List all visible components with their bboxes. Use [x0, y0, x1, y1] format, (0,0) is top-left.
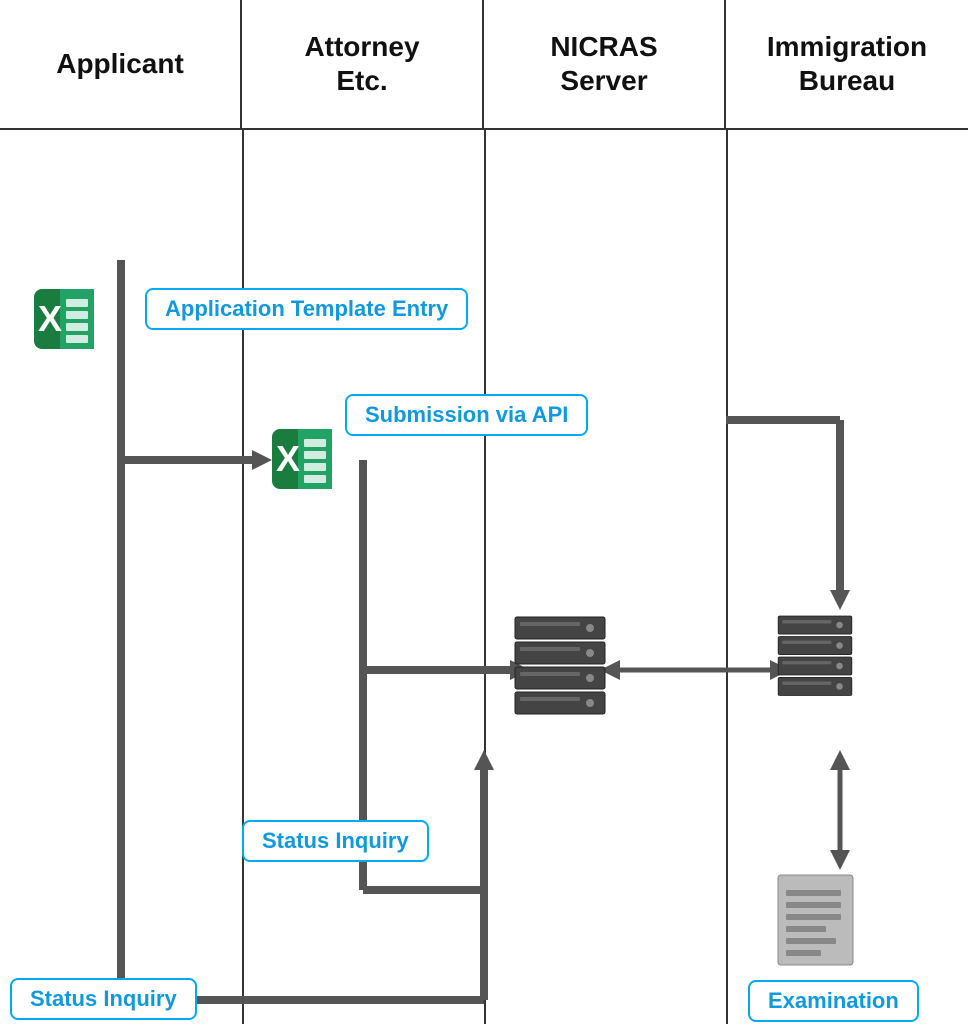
nicras-server-icon: [505, 612, 615, 727]
status-inquiry-mid-label: Status Inquiry: [242, 820, 429, 862]
vline-2: [484, 130, 486, 1024]
diagram-content: X Application Template Entry X Submissio…: [0, 130, 968, 1024]
svg-text:X: X: [38, 298, 62, 339]
svg-text:X: X: [276, 438, 300, 479]
col-header-nicras: NICRASServer: [484, 0, 726, 128]
immigration-server-icon: [770, 612, 860, 707]
col-header-immigration: ImmigrationBureau: [726, 0, 968, 128]
examination-doc-icon: [768, 870, 868, 975]
vline-1: [242, 130, 244, 1024]
app-template-label: Application Template Entry: [145, 288, 468, 330]
excel-icon-applicant: X: [30, 285, 98, 353]
vline-3: [726, 130, 728, 1024]
submission-label: Submission via API: [345, 394, 588, 436]
header-row: Applicant AttorneyEtc. NICRASServer Immi…: [0, 0, 968, 130]
examination-label: Examination: [748, 980, 919, 1022]
col-header-attorney: AttorneyEtc.: [242, 0, 484, 128]
status-inquiry-bot-label: Status Inquiry: [10, 978, 197, 1020]
excel-icon-attorney: X: [268, 425, 336, 493]
col-header-applicant: Applicant: [0, 0, 242, 128]
